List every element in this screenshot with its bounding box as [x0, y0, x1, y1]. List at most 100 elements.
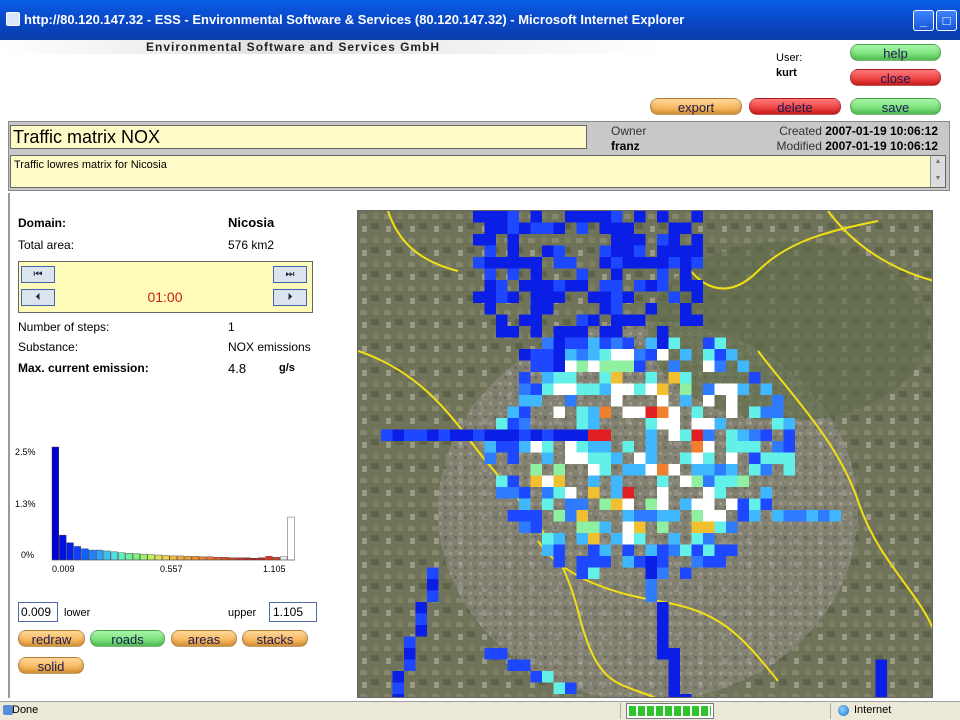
grid-cell	[622, 498, 634, 510]
grid-cell	[553, 682, 565, 694]
grid-cell	[703, 418, 715, 430]
grid-cell	[611, 383, 623, 395]
scroll-up-icon[interactable]: ▲	[933, 158, 943, 165]
grid-cell	[576, 429, 588, 441]
matrix-title[interactable]: Traffic matrix NOX	[10, 125, 587, 149]
histogram-bar	[169, 555, 177, 561]
grid-cell	[507, 245, 519, 257]
grid-cell	[645, 257, 657, 269]
grid-cell	[795, 510, 807, 522]
roads-button[interactable]: roads	[90, 630, 165, 647]
grid-cell	[657, 510, 669, 522]
grid-cell	[657, 211, 669, 223]
grid-cell	[496, 441, 508, 453]
grid-cell	[726, 498, 738, 510]
grid-cell	[760, 383, 772, 395]
grid-cell	[507, 222, 519, 234]
grid-cell	[657, 418, 669, 430]
progress-fill	[629, 706, 711, 716]
grid-cell	[576, 360, 588, 372]
grid-cell	[611, 360, 623, 372]
grid-cell	[415, 625, 427, 637]
domain-label: Domain:	[18, 216, 66, 230]
export-button[interactable]: export	[650, 98, 742, 115]
minimize-button[interactable]: _	[913, 10, 934, 31]
delete-button[interactable]: delete	[749, 98, 841, 115]
grid-cell	[703, 475, 715, 487]
grid-cell	[519, 521, 531, 533]
next-step-icon[interactable]: ⏵	[273, 289, 307, 306]
description-field[interactable]: Traffic lowres matrix for Nicosia	[10, 155, 946, 188]
grid-cell	[703, 556, 715, 568]
upper-bound-input[interactable]	[269, 602, 317, 622]
close-button[interactable]: close	[850, 69, 941, 86]
grid-cell	[576, 383, 588, 395]
time-player	[18, 261, 313, 313]
grid-cell	[588, 441, 600, 453]
grid-cell	[611, 498, 623, 510]
grid-cell	[392, 429, 404, 441]
grid-cell	[565, 372, 577, 384]
grid-cell	[565, 429, 577, 441]
grid-cell	[772, 395, 784, 407]
grid-cell	[519, 418, 531, 430]
modified-label: Modified	[776, 139, 822, 153]
grid-cell	[588, 452, 600, 464]
grid-cell	[714, 464, 726, 476]
status-separator	[620, 703, 621, 719]
scroll-down-icon[interactable]: ▼	[933, 175, 943, 182]
grid-cell	[427, 579, 439, 591]
grid-cell	[542, 360, 554, 372]
grid-cell	[599, 222, 611, 234]
created-value: 2007-01-19 10:06:12	[825, 124, 938, 138]
grid-cell	[645, 452, 657, 464]
emission-map[interactable]	[357, 210, 933, 698]
help-button[interactable]: help	[850, 44, 941, 61]
grid-cell	[611, 326, 623, 338]
histogram-bar	[51, 446, 59, 561]
grid-cell	[496, 211, 508, 223]
save-button[interactable]: save	[850, 98, 941, 115]
grid-cell	[588, 544, 600, 556]
grid-cell	[703, 337, 715, 349]
grid-cell	[599, 257, 611, 269]
last-step-icon[interactable]: ⏭	[273, 266, 307, 283]
grid-cell	[519, 349, 531, 361]
grid-cell	[668, 464, 680, 476]
grid-cell	[542, 383, 554, 395]
grid-cell	[622, 291, 634, 303]
description-scrollbar[interactable]: ▲ ▼	[930, 156, 945, 187]
grid-cell	[680, 383, 692, 395]
maximize-button[interactable]: □	[936, 10, 957, 31]
previous-step-icon[interactable]: ⏴	[21, 289, 55, 306]
max-emission-value: 4.8	[228, 361, 247, 376]
grid-cell	[668, 245, 680, 257]
grid-cell	[599, 349, 611, 361]
grid-cell	[519, 372, 531, 384]
grid-cell	[680, 429, 692, 441]
grid-cell	[542, 671, 554, 683]
grid-cell	[622, 314, 634, 326]
lower-bound-input[interactable]	[18, 602, 58, 622]
grid-cell	[611, 291, 623, 303]
grid-cell	[634, 406, 646, 418]
grid-cell	[703, 521, 715, 533]
grid-cell	[565, 452, 577, 464]
solid-button[interactable]: solid	[18, 657, 84, 674]
grid-cell	[484, 648, 496, 660]
grid-cell	[657, 648, 669, 660]
grid-cell	[530, 395, 542, 407]
areas-button[interactable]: areas	[171, 630, 237, 647]
redraw-button[interactable]: redraw	[18, 630, 85, 647]
grid-cell	[611, 245, 623, 257]
grid-cell	[680, 280, 692, 292]
grid-cell	[634, 452, 646, 464]
grid-cell	[553, 533, 565, 545]
histogram-bar	[140, 553, 148, 561]
first-step-icon[interactable]: ⏮	[21, 266, 55, 283]
histogram-bar	[280, 556, 288, 561]
stacks-button[interactable]: stacks	[242, 630, 308, 647]
grid-cell	[611, 280, 623, 292]
grid-cell	[703, 429, 715, 441]
grid-cell	[496, 326, 508, 338]
